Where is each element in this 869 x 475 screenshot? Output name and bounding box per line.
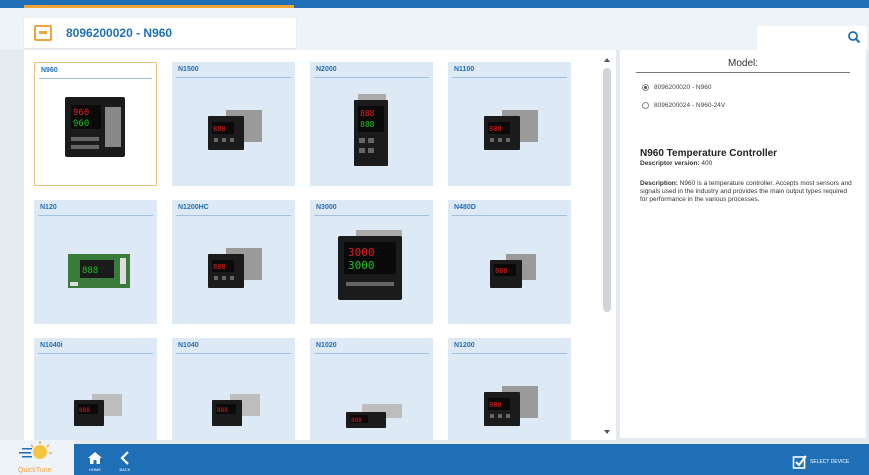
radio-button[interactable] [642, 84, 649, 91]
device-label-underline [314, 215, 429, 216]
quicktune-logo-icon [19, 441, 52, 459]
device-tile-n1040[interactable]: N1040 888 [172, 338, 295, 440]
device-label-underline [314, 353, 429, 354]
svg-text:888: 888 [495, 267, 508, 275]
device-label: N1500 [178, 66, 199, 73]
svg-text:3000: 3000 [348, 246, 375, 259]
device-label: N1200HC [178, 204, 209, 211]
svg-text:960: 960 [73, 119, 89, 129]
device-tile-n1200hc[interactable]: N1200HC 888 [172, 200, 295, 324]
device-label-underline [176, 77, 291, 78]
device-label-underline [452, 215, 567, 216]
model-info-panel: Model: 8096200020 - N960 8096200024 - N9… [620, 50, 866, 438]
model-option-label: 8096200024 - N960-24V [654, 102, 726, 109]
svg-text:888: 888 [360, 120, 375, 129]
app-logo: QuickTune [0, 440, 74, 475]
home-label: HOME [89, 467, 101, 472]
select-device-label: SELECT DEVICE [810, 459, 850, 465]
device-tile-n1200[interactable]: N1200 888 [448, 338, 571, 440]
svg-text:888: 888 [489, 125, 502, 133]
checkbox-check-icon [792, 455, 807, 469]
header: 8096200020 - N960 [0, 8, 869, 50]
svg-text:888: 888 [79, 407, 90, 414]
scroll-down-arrow[interactable] [604, 430, 610, 434]
home-icon [88, 452, 102, 464]
model-option-label: 8096200020 - N960 [654, 84, 712, 91]
device-label: N120 [40, 204, 57, 211]
search-input[interactable] [757, 26, 867, 50]
scrollbar[interactable] [602, 58, 612, 434]
device-label-underline [38, 353, 153, 354]
device-label-underline [39, 78, 152, 79]
device-label-underline [38, 215, 153, 216]
descriptor-value: 400 [701, 160, 713, 167]
model-heading: Model: [727, 58, 758, 69]
device-label-underline [176, 215, 291, 216]
svg-text:960: 960 [73, 108, 89, 118]
scroll-thumb[interactable] [603, 68, 611, 312]
search-icon[interactable] [847, 30, 861, 44]
device-label: N1040i [40, 342, 63, 349]
device-label: N2000 [316, 66, 337, 73]
device-tile-n1040i[interactable]: N1040i 888 [34, 338, 157, 440]
scroll-up-arrow[interactable] [604, 58, 610, 62]
device-tile-n3000[interactable]: N3000 3000 3000 [310, 200, 433, 324]
device-label: N960 [41, 67, 58, 74]
back-button[interactable]: BACK [116, 450, 134, 474]
device-tile-n120[interactable]: N120 888 [34, 200, 157, 324]
device-label-underline [176, 353, 291, 354]
device-icon [34, 25, 52, 41]
svg-text:888: 888 [351, 417, 362, 424]
svg-text:888: 888 [489, 401, 502, 409]
svg-text:888: 888 [217, 407, 228, 414]
device-label: N1040 [178, 342, 199, 349]
top-bar [0, 0, 869, 8]
svg-text:888: 888 [213, 125, 226, 133]
descriptor-version: Descriptor version: 400 [640, 160, 712, 167]
svg-text:3000: 3000 [348, 259, 375, 272]
back-arrow-icon [120, 451, 129, 465]
product-description: Description: N960 is a temperature contr… [640, 180, 852, 204]
device-tile-n1020[interactable]: N1020 888 [310, 338, 433, 440]
device-label: N3000 [316, 204, 337, 211]
device-label-underline [452, 77, 567, 78]
product-name: N960 Temperature Controller [640, 148, 778, 159]
svg-text:888: 888 [360, 109, 375, 118]
device-tile-n1500[interactable]: N1500 888 [172, 62, 295, 186]
device-tile-n2000[interactable]: N2000 888 888 [310, 62, 433, 186]
device-grid: N960 960 960 N1500 888 N2000 888 888 N1100 888 N12… [24, 50, 616, 440]
descriptor-label: Descriptor version: [640, 160, 700, 167]
device-label-underline [314, 77, 429, 78]
model-divider [636, 72, 850, 73]
description-label: Description: [640, 180, 678, 187]
device-title-card: 8096200020 - N960 [24, 18, 296, 48]
device-tile-n960[interactable]: N960 960 960 [34, 62, 157, 186]
logo-text: QuickTune [18, 467, 52, 474]
svg-text:888: 888 [213, 263, 226, 271]
device-tile-n1100[interactable]: N1100 888 [448, 62, 571, 186]
device-label: N1100 [454, 66, 475, 73]
back-label: BACK [119, 467, 131, 472]
device-label-underline [452, 353, 567, 354]
svg-text:888: 888 [82, 266, 98, 276]
page-title: 8096200020 - N960 [66, 26, 173, 40]
device-tile-n480d[interactable]: N480D 888 [448, 200, 571, 324]
device-label: N480D [454, 204, 476, 211]
device-label: N1200 [454, 342, 475, 349]
select-device-button[interactable]: SELECT DEVICE [790, 453, 866, 471]
home-button[interactable]: HOME [84, 450, 106, 474]
device-label: N1020 [316, 342, 337, 349]
radio-button[interactable] [642, 102, 649, 109]
